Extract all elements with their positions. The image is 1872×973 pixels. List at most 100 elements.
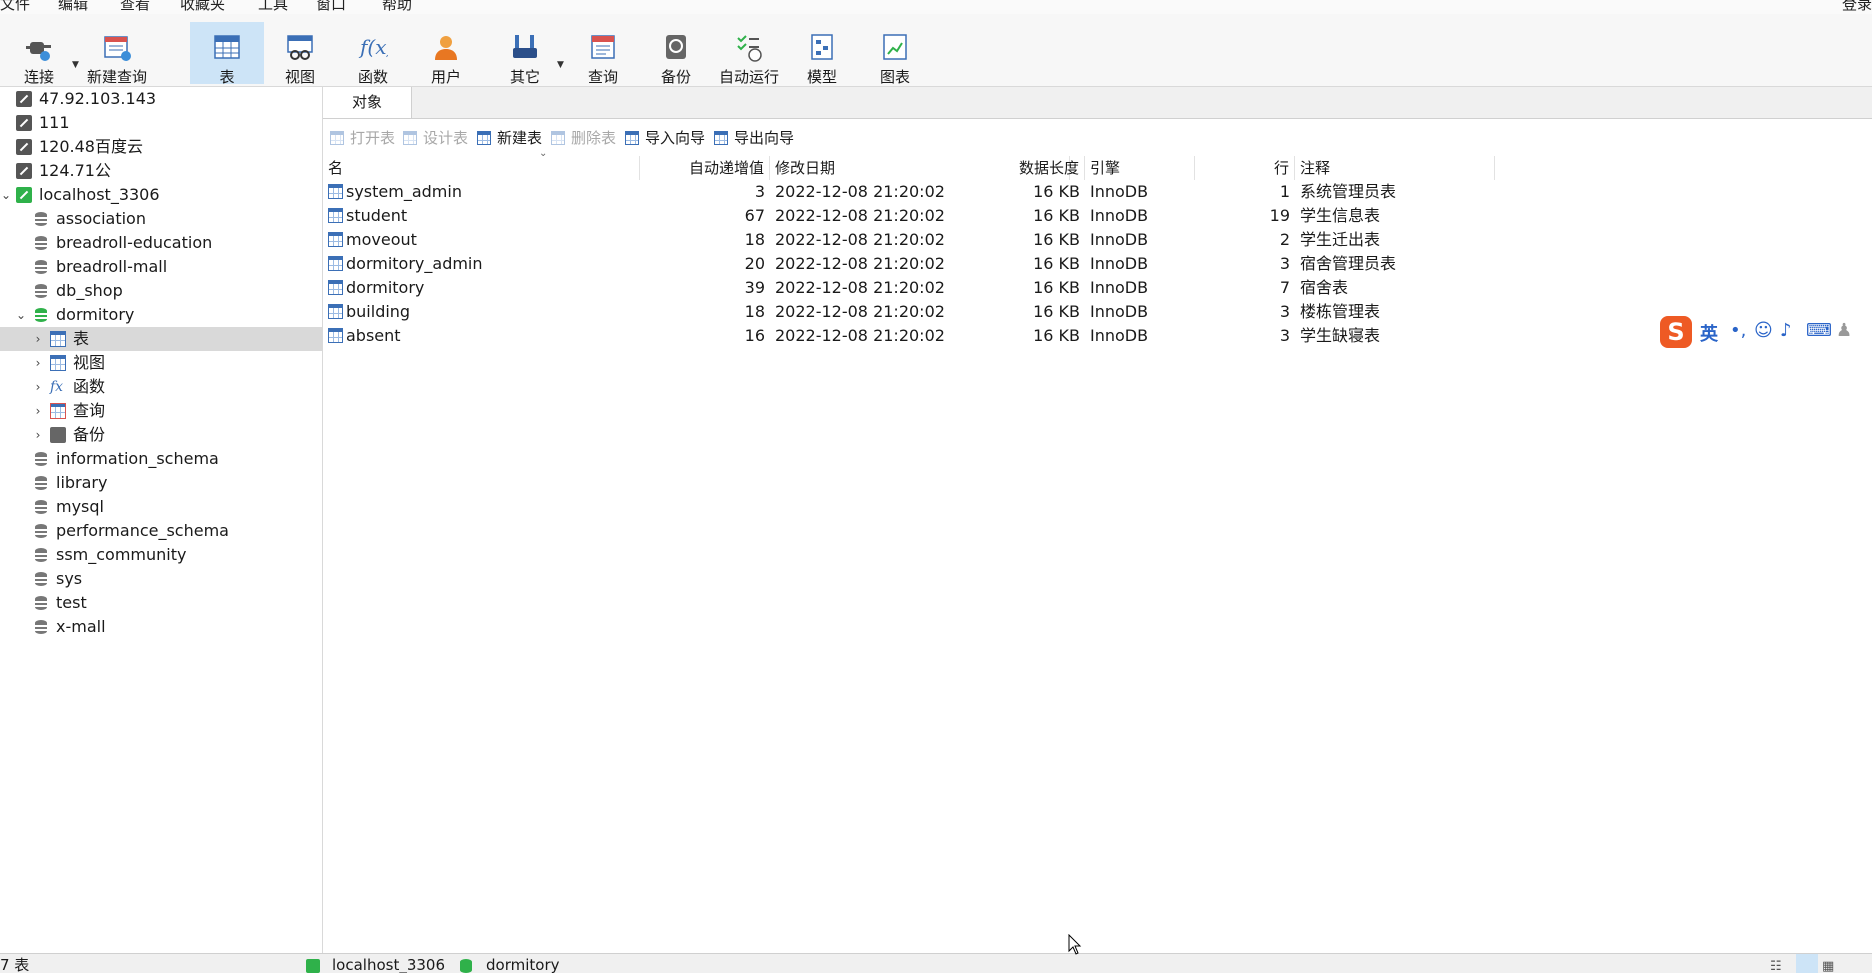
menu-file[interactable]: 文件 bbox=[0, 0, 30, 12]
table-row[interactable]: building 18 2022-12-08 21:20:02 16 KB InnoDB… bbox=[323, 300, 1872, 324]
menu-tools[interactable]: 工具 bbox=[258, 0, 288, 12]
connection-icon bbox=[16, 91, 32, 107]
function-button[interactable]: f(x) 函数 bbox=[340, 20, 406, 86]
tab-objects[interactable]: 对象 bbox=[323, 87, 412, 118]
tree-database[interactable]: sys bbox=[0, 567, 322, 591]
login-link[interactable]: 登录 bbox=[1842, 0, 1872, 12]
backup-icon bbox=[661, 32, 691, 62]
query-button[interactable]: 查询 bbox=[570, 20, 636, 86]
tree-functions-group[interactable]: › fx 函数 bbox=[0, 375, 322, 399]
tree-database[interactable]: ssm_community bbox=[0, 543, 322, 567]
microphone-icon[interactable]: ♪ bbox=[1780, 320, 1792, 341]
menu-view[interactable]: 查看 bbox=[120, 0, 150, 12]
cell-name: dormitory bbox=[323, 276, 640, 300]
design-table-button[interactable]: 设计表 bbox=[403, 128, 468, 148]
chevron-down-icon[interactable]: ⌄ bbox=[0, 183, 12, 207]
tree-tables-group[interactable]: › 表 bbox=[0, 327, 322, 351]
grid-view-icon[interactable]: ▦ bbox=[1822, 957, 1834, 973]
tree-database[interactable]: performance_schema bbox=[0, 519, 322, 543]
tree-database[interactable]: association bbox=[0, 207, 322, 231]
tree-views-group[interactable]: › 视图 bbox=[0, 351, 322, 375]
user-icon[interactable]: ♟ bbox=[1836, 320, 1852, 341]
table-row[interactable]: system_admin 3 2022-12-08 21:20:02 16 KB Inn… bbox=[323, 180, 1872, 204]
table-row[interactable]: dormitory 39 2022-12-08 21:20:02 16 KB InnoD… bbox=[323, 276, 1872, 300]
other-button[interactable]: 其它 bbox=[492, 20, 558, 86]
cell-rows: 7 bbox=[1279, 278, 1290, 297]
table-button[interactable]: 表 bbox=[190, 22, 264, 86]
menu-window[interactable]: 窗口 bbox=[316, 0, 346, 12]
tree-database[interactable]: mysql bbox=[0, 495, 322, 519]
column-header-data-length[interactable]: 数据长度 bbox=[933, 156, 1085, 180]
cell-auto: 18 bbox=[744, 302, 765, 321]
column-header-rows[interactable]: 行 bbox=[1195, 156, 1295, 180]
menu-edit[interactable]: 编辑 bbox=[58, 0, 88, 12]
tree-database[interactable]: breadroll-mall bbox=[0, 255, 322, 279]
cell-comment: 学生缺寝表 bbox=[1300, 326, 1381, 345]
ime-language[interactable]: 英 bbox=[1700, 320, 1718, 346]
database-icon bbox=[33, 451, 49, 467]
table-row[interactable]: dormitory_admin 20 2022-12-08 21:20:02 16 K… bbox=[323, 252, 1872, 276]
tree-backups-group[interactable]: › 备份 bbox=[0, 423, 322, 447]
model-button[interactable]: 模型 bbox=[789, 20, 855, 86]
tree-database-dormitory[interactable]: ⌄ dormitory bbox=[0, 303, 322, 327]
object-toolbar: 打开表 设计表 新建表 删除表 导入向导 导出向导 bbox=[323, 122, 1872, 152]
delete-table-button[interactable]: 删除表 bbox=[551, 128, 616, 148]
tree-connection[interactable]: 111 bbox=[0, 111, 322, 135]
table-icon bbox=[328, 208, 343, 223]
tree-queries-group[interactable]: › 查询 bbox=[0, 399, 322, 423]
tree-connection[interactable]: 124.71公 bbox=[0, 159, 322, 183]
backup-button[interactable]: 备份 bbox=[643, 20, 709, 86]
emoji-icon[interactable]: ☺ bbox=[1754, 320, 1773, 341]
import-wizard-button[interactable]: 导入向导 bbox=[625, 128, 705, 148]
column-header-name[interactable]: 名 bbox=[323, 156, 640, 180]
sogou-logo-icon[interactable]: S bbox=[1660, 316, 1692, 348]
table-icon bbox=[328, 256, 343, 271]
chevron-right-icon[interactable]: › bbox=[32, 351, 44, 375]
automation-button[interactable]: 自动运行 bbox=[716, 20, 782, 86]
detail-view-icon[interactable] bbox=[1796, 954, 1818, 973]
export-wizard-button[interactable]: 导出向导 bbox=[714, 128, 794, 148]
tree-database[interactable]: db_shop bbox=[0, 279, 322, 303]
status-object-count: 7 表 bbox=[0, 956, 30, 973]
table-row[interactable]: student 67 2022-12-08 21:20:02 16 KB InnoDB 1… bbox=[323, 204, 1872, 228]
chevron-down-icon[interactable]: ⌄ bbox=[15, 303, 27, 327]
column-header-engine[interactable]: 引擎 bbox=[1085, 156, 1195, 180]
view-button[interactable]: 视图 bbox=[267, 20, 333, 86]
column-header-auto-increment[interactable]: 自动递增值 bbox=[640, 156, 770, 180]
tree-database[interactable]: information_schema bbox=[0, 447, 322, 471]
tree-database[interactable]: library bbox=[0, 471, 322, 495]
column-header-comment[interactable]: 注释 bbox=[1295, 156, 1495, 180]
menu-help[interactable]: 帮助 bbox=[382, 0, 412, 12]
connect-button[interactable]: 连接 bbox=[6, 20, 72, 86]
chevron-right-icon[interactable]: › bbox=[32, 423, 44, 447]
tree-connection-localhost[interactable]: ⌄ localhost_3306 bbox=[0, 183, 322, 207]
menu-favorites[interactable]: 收藏夹 bbox=[180, 0, 225, 12]
tree-connection[interactable]: 47.92.103.143 bbox=[0, 87, 322, 111]
table-icon bbox=[328, 232, 343, 247]
new-table-button[interactable]: 新建表 bbox=[477, 128, 542, 148]
cell-engine: InnoDB bbox=[1090, 278, 1149, 297]
open-table-button[interactable]: 打开表 bbox=[330, 128, 395, 148]
chevron-right-icon[interactable]: › bbox=[32, 399, 44, 423]
user-button[interactable]: 用户 bbox=[413, 20, 479, 86]
list-view-icon[interactable]: ☷ bbox=[1770, 957, 1782, 973]
ime-toolbar: S 英 •, ☺ ♪ ⌨ ♟ bbox=[1656, 314, 1872, 350]
chevron-right-icon[interactable]: › bbox=[32, 327, 44, 351]
cell-engine: InnoDB bbox=[1090, 206, 1149, 225]
tree-database[interactable]: test bbox=[0, 591, 322, 615]
tree-connection[interactable]: 120.48百度云 bbox=[0, 135, 322, 159]
chevron-right-icon[interactable]: › bbox=[32, 375, 44, 399]
table-row[interactable]: absent 16 2022-12-08 21:20:02 16 KB InnoDB 3 学… bbox=[323, 324, 1872, 348]
other-dropdown-icon[interactable]: ▼ bbox=[557, 60, 564, 70]
tree-database[interactable]: breadroll-education bbox=[0, 231, 322, 255]
connect-dropdown-icon[interactable]: ▼ bbox=[72, 60, 79, 70]
punctuation-icon[interactable]: •, bbox=[1730, 320, 1746, 341]
new-query-button[interactable]: 新建查询 bbox=[84, 20, 150, 86]
query-icon bbox=[50, 403, 66, 419]
table-row[interactable]: moveout 18 2022-12-08 21:20:02 16 KB InnoDB 2… bbox=[323, 228, 1872, 252]
model-icon bbox=[807, 32, 837, 62]
cell-auto: 3 bbox=[754, 182, 765, 201]
tree-database[interactable]: x-mall bbox=[0, 615, 322, 639]
chart-button[interactable]: 图表 bbox=[862, 20, 928, 86]
keyboard-icon[interactable]: ⌨ bbox=[1806, 320, 1832, 341]
